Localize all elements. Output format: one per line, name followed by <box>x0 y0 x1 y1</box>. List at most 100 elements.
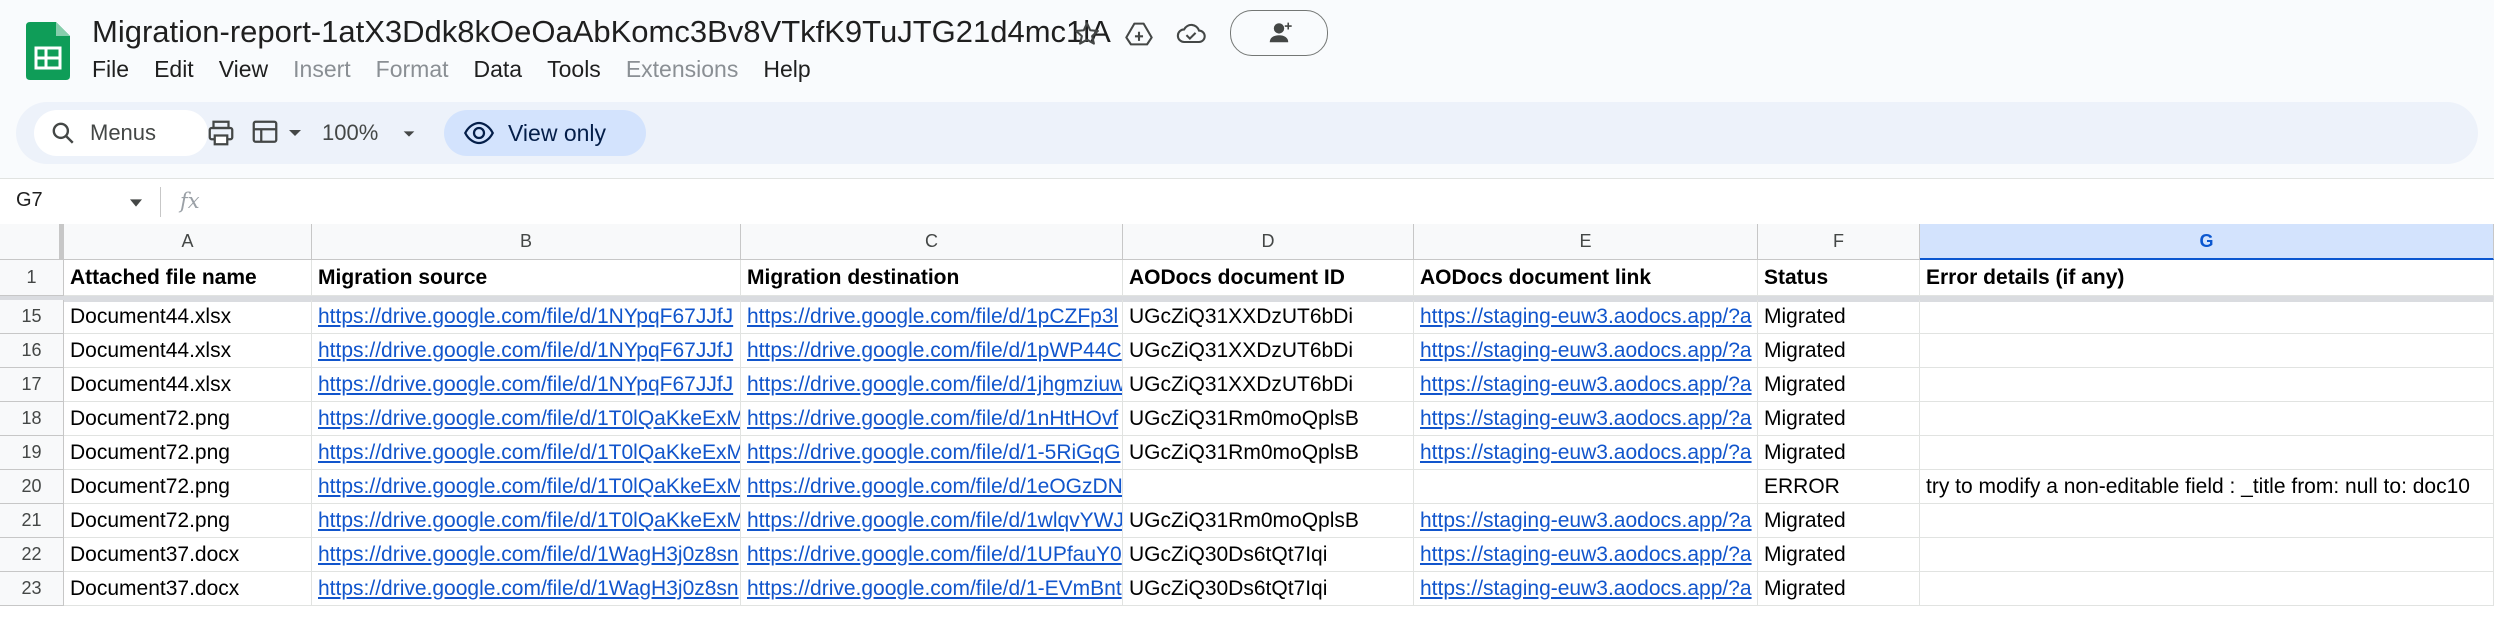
row-number[interactable]: 20 <box>0 470 64 504</box>
header-cell[interactable]: AODocs document link <box>1414 260 1758 296</box>
table-cell[interactable]: https://drive.google.com/file/d/1WagH3j0… <box>312 572 741 606</box>
header-cell[interactable]: Error details (if any) <box>1920 260 2494 296</box>
table-cell[interactable]: https://drive.google.com/file/d/1NYpqF67… <box>312 300 741 334</box>
table-cell[interactable] <box>1920 300 2494 334</box>
name-box-chevron-down-icon[interactable] <box>128 197 144 209</box>
column-header-e[interactable]: E <box>1414 224 1758 260</box>
table-cell[interactable] <box>1920 504 2494 538</box>
table-cell[interactable] <box>1920 368 2494 402</box>
row-number[interactable]: 23 <box>0 572 64 606</box>
table-cell[interactable]: https://drive.google.com/file/d/1-5RiGqG <box>741 436 1123 470</box>
table-cell[interactable]: Migrated <box>1758 504 1920 538</box>
table-cell[interactable]: https://drive.google.com/file/d/1pCZFp3l <box>741 300 1123 334</box>
table-cell[interactable]: ERROR <box>1758 470 1920 504</box>
share-button[interactable] <box>1230 10 1328 56</box>
chevron-down-icon[interactable] <box>286 124 304 142</box>
menu-file[interactable]: File <box>92 56 140 83</box>
table-cell[interactable] <box>1920 538 2494 572</box>
zoom-select[interactable]: 100% <box>322 120 378 146</box>
row-number[interactable]: 1 <box>0 260 64 296</box>
table-cell[interactable]: https://staging-euw3.aodocs.app/?a <box>1414 368 1758 402</box>
header-cell[interactable]: AODocs document ID <box>1123 260 1414 296</box>
table-cell[interactable]: https://staging-euw3.aodocs.app/?a <box>1414 572 1758 606</box>
row-number[interactable]: 17 <box>0 368 64 402</box>
paint-format-icon[interactable] <box>250 114 304 152</box>
table-cell[interactable]: UGcZiQ31XXDzUT6bDi <box>1123 368 1414 402</box>
menu-help[interactable]: Help <box>763 56 821 83</box>
row-number[interactable]: 18 <box>0 402 64 436</box>
table-cell[interactable] <box>1920 572 2494 606</box>
table-cell[interactable]: UGcZiQ30Ds6tQt7Iqi <box>1123 538 1414 572</box>
table-cell[interactable]: Migrated <box>1758 572 1920 606</box>
table-cell[interactable]: Migrated <box>1758 368 1920 402</box>
table-cell[interactable]: try to modify a non-editable field : _ti… <box>1920 470 2494 504</box>
table-cell[interactable]: https://drive.google.com/file/d/1eOGzDN <box>741 470 1123 504</box>
table-cell[interactable]: UGcZiQ31Rm0moQplsB <box>1123 402 1414 436</box>
print-icon[interactable] <box>206 114 236 152</box>
table-cell[interactable]: Document72.png <box>64 436 312 470</box>
document-title[interactable]: Migration-report-1atX3Ddk8kOeOaAbKomc3Bv… <box>92 14 1111 50</box>
table-cell[interactable]: https://staging-euw3.aodocs.app/?a <box>1414 538 1758 572</box>
table-cell[interactable]: https://staging-euw3.aodocs.app/?a <box>1414 334 1758 368</box>
table-cell[interactable]: UGcZiQ31XXDzUT6bDi <box>1123 300 1414 334</box>
sheets-logo-icon[interactable] <box>26 22 70 80</box>
column-header-a[interactable]: A <box>64 224 312 260</box>
menu-insert[interactable]: Insert <box>293 56 362 83</box>
menu-data[interactable]: Data <box>474 56 534 83</box>
table-cell[interactable]: https://drive.google.com/file/d/1jhgmziu… <box>741 368 1123 402</box>
table-cell[interactable]: https://drive.google.com/file/d/1WagH3j0… <box>312 538 741 572</box>
table-cell[interactable]: Document37.docx <box>64 572 312 606</box>
table-cell[interactable]: Migrated <box>1758 334 1920 368</box>
table-cell[interactable]: https://staging-euw3.aodocs.app/?a <box>1414 402 1758 436</box>
menu-tools[interactable]: Tools <box>547 56 612 83</box>
column-header-b[interactable]: B <box>312 224 741 260</box>
table-cell[interactable]: https://staging-euw3.aodocs.app/?a <box>1414 504 1758 538</box>
table-cell[interactable]: Document44.xlsx <box>64 300 312 334</box>
table-cell[interactable]: Document44.xlsx <box>64 368 312 402</box>
table-cell[interactable]: Document72.png <box>64 470 312 504</box>
table-cell[interactable]: UGcZiQ30Ds6tQt7Iqi <box>1123 572 1414 606</box>
table-cell[interactable] <box>1920 436 2494 470</box>
table-cell[interactable]: https://drive.google.com/file/d/1nHtHOvf <box>741 402 1123 436</box>
table-cell[interactable] <box>1920 402 2494 436</box>
table-cell[interactable]: https://drive.google.com/file/d/1T0lQaKk… <box>312 470 741 504</box>
table-cell[interactable]: https://drive.google.com/file/d/1T0lQaKk… <box>312 504 741 538</box>
move-to-drive-icon[interactable] <box>1120 16 1158 52</box>
search-menus-button[interactable]: Menus <box>34 110 208 156</box>
table-cell[interactable]: Document72.png <box>64 402 312 436</box>
spreadsheet-grid[interactable]: A B C D E F G 1 Attached file name Migration sour… <box>0 224 2494 618</box>
menu-view[interactable]: View <box>219 56 279 83</box>
name-box[interactable]: G7 <box>16 189 43 212</box>
menu-extensions[interactable]: Extensions <box>626 56 750 83</box>
table-cell[interactable]: https://drive.google.com/file/d/1T0lQaKk… <box>312 436 741 470</box>
table-cell[interactable]: Migrated <box>1758 436 1920 470</box>
table-cell[interactable]: https://drive.google.com/file/d/1wlqvYWJ <box>741 504 1123 538</box>
table-cell[interactable]: https://staging-euw3.aodocs.app/?a <box>1414 300 1758 334</box>
table-cell[interactable]: UGcZiQ31Rm0moQplsB <box>1123 436 1414 470</box>
table-cell[interactable]: https://drive.google.com/file/d/1T0lQaKk… <box>312 402 741 436</box>
table-cell[interactable]: UGcZiQ31Rm0moQplsB <box>1123 504 1414 538</box>
header-cell[interactable]: Attached file name <box>64 260 312 296</box>
column-header-g[interactable]: G <box>1920 224 2494 260</box>
view-only-button[interactable]: View only <box>444 110 646 156</box>
table-cell[interactable]: Migrated <box>1758 538 1920 572</box>
zoom-chevron-down-icon[interactable] <box>400 126 418 142</box>
header-cell[interactable]: Status <box>1758 260 1920 296</box>
menu-edit[interactable]: Edit <box>154 56 205 83</box>
table-cell[interactable]: https://drive.google.com/file/d/1UPfauY0 <box>741 538 1123 572</box>
table-cell[interactable]: Migrated <box>1758 300 1920 334</box>
star-icon[interactable] <box>1068 16 1106 52</box>
row-number[interactable]: 22 <box>0 538 64 572</box>
table-cell[interactable]: https://drive.google.com/file/d/1NYpqF67… <box>312 334 741 368</box>
header-cell[interactable]: Migration source <box>312 260 741 296</box>
row-number[interactable]: 21 <box>0 504 64 538</box>
table-cell[interactable]: Migrated <box>1758 402 1920 436</box>
row-number[interactable]: 19 <box>0 436 64 470</box>
table-cell[interactable]: https://drive.google.com/file/d/1pWP44C <box>741 334 1123 368</box>
select-all-corner[interactable] <box>0 224 64 260</box>
column-header-c[interactable]: C <box>741 224 1123 260</box>
table-cell[interactable]: UGcZiQ31XXDzUT6bDi <box>1123 334 1414 368</box>
header-cell[interactable]: Migration destination <box>741 260 1123 296</box>
column-header-f[interactable]: F <box>1758 224 1920 260</box>
row-number[interactable]: 15 <box>0 300 64 334</box>
